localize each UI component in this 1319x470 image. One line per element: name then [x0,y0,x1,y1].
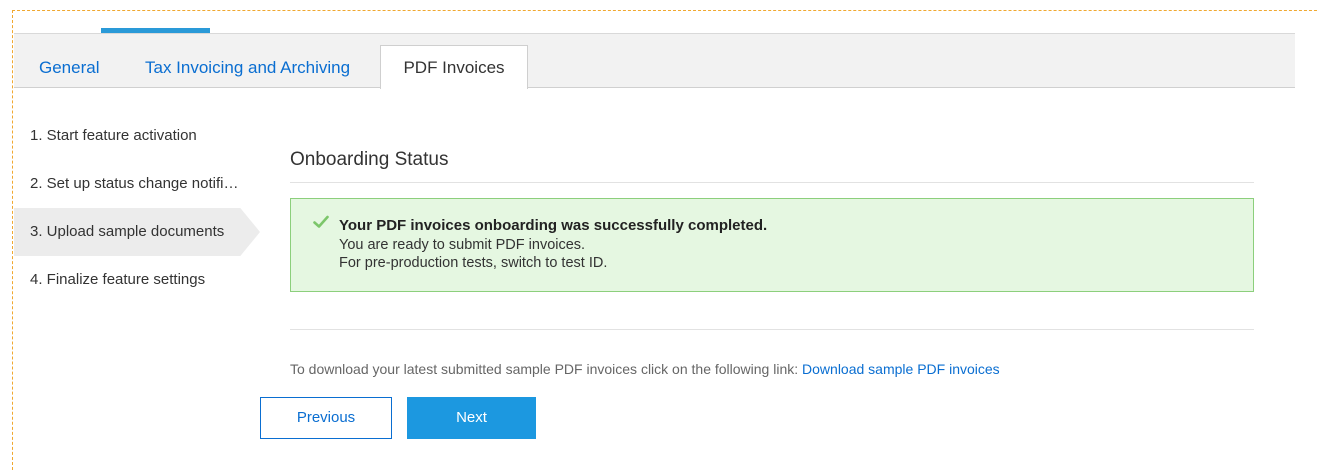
tab-general[interactable]: General [39,58,99,78]
success-line-test-id: For pre-production tests, switch to test… [339,255,608,271]
success-line-ready: You are ready to submit PDF invoices. [339,237,586,253]
next-button[interactable]: Next [407,397,536,439]
page-title: Onboarding Status [290,149,449,170]
success-title: Your PDF invoices onboarding was success… [339,217,768,234]
tab-pdf-invoices[interactable]: PDF Invoices [380,45,528,89]
download-sample-link[interactable]: Download sample PDF invoices [802,361,1000,377]
step-finalize-feature-settings[interactable]: 4. Finalize feature settings [30,271,205,288]
previous-button[interactable]: Previous [260,397,392,439]
download-instructions: To download your latest submitted sample… [290,361,1000,377]
divider [290,182,1254,183]
divider [290,329,1254,330]
tab-tax-invoicing-archiving[interactable]: Tax Invoicing and Archiving [145,58,350,78]
step-start-feature-activation[interactable]: 1. Start feature activation [30,127,197,144]
step-status-change-notification[interactable]: 2. Set up status change notifi… [30,175,238,192]
check-icon [313,215,329,228]
step-upload-sample-documents[interactable]: 3. Upload sample documents [30,223,224,240]
download-prefix-text: To download your latest submitted sample… [290,361,803,377]
